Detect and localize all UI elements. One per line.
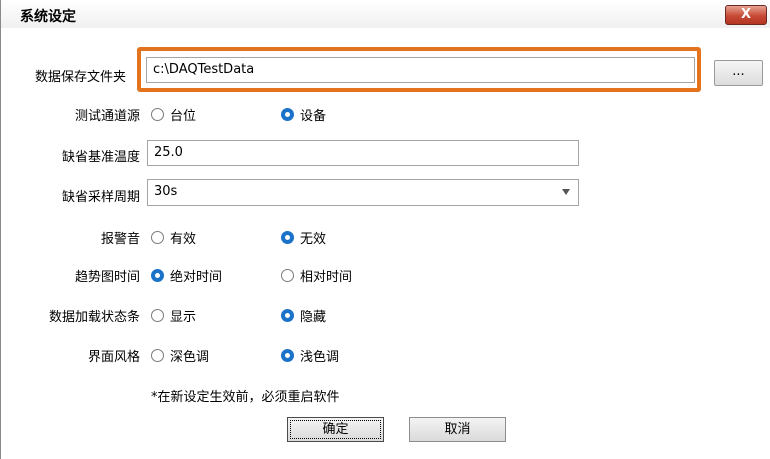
default-temp-label: 缺省基准温度 [61, 150, 140, 165]
radio-label: 绝对时间 [170, 270, 223, 285]
channel-source-radio-bench[interactable]: 台位 [151, 105, 196, 124]
dialog-title: 系统设定 [20, 9, 76, 25]
radio-label: 隐藏 [300, 310, 327, 325]
cancel-button[interactable]: 取消 [409, 417, 506, 442]
data-folder-label: 数据保存文件夹 [34, 70, 126, 85]
channel-source-label: 测试通道源 [74, 109, 140, 124]
cancel-button-label: 取消 [444, 422, 471, 437]
status-bar-radio-show[interactable]: 显示 [151, 306, 196, 325]
radio-label: 显示 [170, 310, 197, 325]
browse-button[interactable]: ... [714, 60, 763, 86]
radio-unselected-icon [151, 349, 164, 362]
default-temp-input[interactable]: 25.0 [147, 140, 579, 166]
radio-label: 相对时间 [300, 270, 353, 285]
trend-time-label: 趋势图时间 [74, 270, 140, 285]
radio-label: 浅色调 [300, 350, 340, 365]
channel-source-radio-device[interactable]: 设备 [281, 105, 326, 124]
radio-selected-icon [281, 309, 294, 322]
close-icon: X [740, 7, 752, 22]
default-period-value: 30s [154, 184, 178, 199]
radio-label: 台位 [170, 109, 197, 124]
focus-rectangle [290, 420, 381, 439]
radio-label: 深色调 [170, 350, 210, 365]
trend-time-radio-absolute[interactable]: 绝对时间 [151, 266, 222, 285]
radio-unselected-icon [281, 269, 294, 282]
ui-style-label: 界面风格 [87, 350, 140, 365]
radio-selected-icon [281, 231, 294, 244]
radio-selected-icon [281, 349, 294, 362]
ui-style-radio-dark[interactable]: 深色调 [151, 346, 209, 365]
radio-selected-icon [281, 108, 294, 121]
radio-unselected-icon [151, 231, 164, 244]
ok-button[interactable]: 确定 [287, 417, 384, 442]
radio-selected-icon [151, 269, 164, 282]
dropdown-arrow-icon [562, 189, 570, 195]
restart-note: *在新设定生效前，必须重启软件 [151, 390, 340, 405]
default-period-select[interactable]: 30s [147, 179, 579, 206]
default-period-label: 缺省采样周期 [61, 190, 140, 205]
title-bar: 系统设定 X [1, 0, 770, 28]
radio-unselected-icon [151, 309, 164, 322]
alarm-radio-disabled[interactable]: 无效 [281, 228, 326, 247]
ui-style-radio-light[interactable]: 浅色调 [281, 346, 339, 365]
trend-time-radio-relative[interactable]: 相对时间 [281, 266, 352, 285]
settings-dialog: 系统设定 X 数据保存文件夹 c:\DAQTestData ... 测试通道源 … [0, 0, 770, 459]
data-folder-input[interactable]: c:\DAQTestData [146, 57, 695, 83]
alarm-label: 报警音 [100, 232, 140, 247]
radio-label: 设备 [300, 109, 327, 124]
radio-label: 有效 [170, 232, 197, 247]
close-button[interactable]: X [725, 5, 767, 25]
alarm-radio-enabled[interactable]: 有效 [151, 228, 196, 247]
radio-unselected-icon [151, 108, 164, 121]
radio-label: 无效 [300, 232, 327, 247]
status-bar-label: 数据加载状态条 [48, 310, 140, 325]
status-bar-radio-hide[interactable]: 隐藏 [281, 306, 326, 325]
